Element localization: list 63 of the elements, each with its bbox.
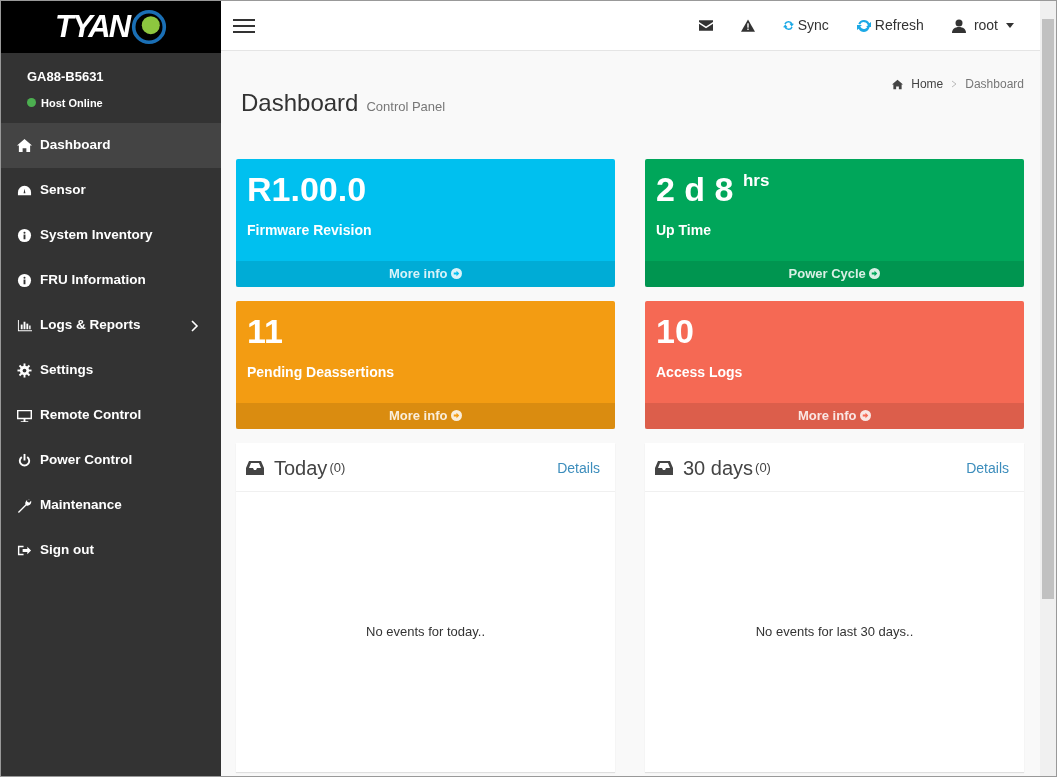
panel-count: (0)	[755, 459, 771, 478]
host-name: GA88-B5631	[27, 68, 105, 86]
arrow-circle-icon	[451, 268, 463, 279]
home-icon	[892, 78, 904, 90]
sidebar-item[interactable]: FRU Information	[1, 258, 221, 303]
page-title: Dashboard	[241, 88, 359, 118]
monitor-icon	[17, 408, 32, 423]
sidebar-item[interactable]: Sign out	[1, 528, 221, 573]
panel-title: 30 days	[683, 456, 754, 481]
stat-label: Up Time	[656, 221, 712, 241]
scrollbar-thumb[interactable]	[1042, 19, 1054, 599]
sync-button[interactable]: Sync	[768, 15, 843, 36]
sidebar-item[interactable]: Dashboard	[1, 123, 221, 168]
sync-icon	[782, 20, 794, 31]
stat-value: 11	[247, 313, 284, 351]
stat-value: 10	[656, 313, 695, 351]
inbox-icon	[246, 461, 264, 475]
details-link[interactable]: Details	[966, 457, 1009, 479]
gauge-icon	[17, 183, 32, 198]
sidebar-item[interactable]: Logs & Reports	[1, 303, 221, 348]
arrow-circle-icon	[869, 268, 881, 279]
user-menu[interactable]: root	[937, 15, 1028, 36]
logo-text: TYAN	[54, 7, 130, 46]
refresh-icon	[856, 18, 871, 33]
sign-out-icon	[17, 543, 32, 558]
power-icon	[17, 453, 32, 468]
inbox-icon	[655, 461, 673, 475]
stat-label: Firmware Revision	[247, 221, 373, 241]
stat-label: Access Logs	[656, 363, 744, 383]
panel-title: Today	[274, 456, 328, 481]
home-icon	[17, 138, 32, 153]
empty-message: No events for last 30 days..	[755, 623, 914, 642]
arrow-circle-icon	[860, 410, 872, 421]
sidebar-item[interactable]: Maintenance	[1, 483, 221, 528]
panel-count: (0)	[329, 459, 346, 478]
stat-label: Pending Deassertions	[247, 363, 396, 383]
breadcrumb-current: Dashboard	[965, 76, 1024, 93]
info-icon	[17, 228, 32, 243]
details-link[interactable]: Details	[557, 457, 600, 479]
breadcrumb-link[interactable]: Home	[892, 75, 944, 93]
caret-icon	[1006, 23, 1014, 28]
sidebar-item[interactable]: System Inventory	[1, 213, 221, 258]
host-status: Host Online	[41, 95, 103, 111]
envelope-icon	[698, 20, 713, 31]
page-subtitle: Control Panel	[366, 98, 446, 116]
logo-ring-icon	[131, 9, 168, 45]
menu-icon	[233, 17, 255, 34]
sidebar-item[interactable]: Settings	[1, 348, 221, 393]
user-icon	[951, 18, 966, 33]
gear-icon	[17, 363, 32, 378]
sidebar-item[interactable]: Sensor	[1, 168, 221, 213]
sidebar-item[interactable]: Power Control	[1, 438, 221, 483]
sidebar-item[interactable]: Remote Control	[1, 393, 221, 438]
warning-icon	[740, 19, 755, 32]
chevron-icon	[951, 80, 958, 88]
info-icon	[17, 273, 32, 288]
stat-value: 2 d 8 $^{hrs}$	[656, 171, 771, 209]
bar-chart-icon	[17, 318, 32, 333]
empty-message: No events for today..	[366, 623, 485, 642]
stat-value: R1.00.0	[247, 171, 368, 209]
refresh-button[interactable]: Refresh	[842, 15, 938, 36]
arrow-circle-icon	[451, 410, 463, 421]
wrench-icon	[17, 498, 32, 513]
